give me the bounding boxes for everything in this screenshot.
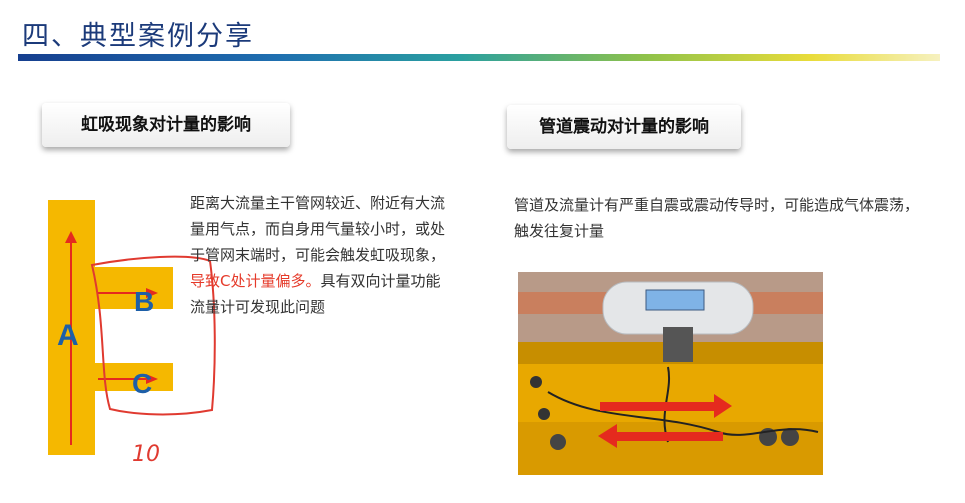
- vibration-description: 管道及流量计有严重自震或震动传导时，可能造成气体震荡，触发往复计量: [514, 196, 920, 240]
- siphon-description: 距离大流量主干管网较近、附近有大流量用气点，而自身用气量较小时，或处于管网末端时…: [190, 190, 452, 320]
- label-b: B: [134, 286, 154, 317]
- siphon-desc-highlight: 导致C处计量偏多。: [190, 272, 321, 290]
- siphon-heading: 虹吸现象对计量的影响: [42, 103, 290, 147]
- vibration-photo: [518, 272, 823, 475]
- vibration-heading: 管道震动对计量的影响: [507, 105, 741, 149]
- siphon-desc-part1: 距离大流量主干管网较近、附近有大流量用气点，而自身用气量较小时，或处于管网末端时…: [190, 194, 446, 264]
- slide-title: 四、典型案例分享: [22, 21, 254, 52]
- vibration-arrow-right: [600, 402, 718, 411]
- label-a: A: [57, 319, 79, 352]
- vibration-arrow-left: [613, 432, 723, 441]
- title-gradient-bar: [18, 54, 940, 61]
- label-c: C: [132, 368, 152, 399]
- handwritten-note: 10: [132, 442, 160, 465]
- flowmeter-display: [645, 289, 705, 311]
